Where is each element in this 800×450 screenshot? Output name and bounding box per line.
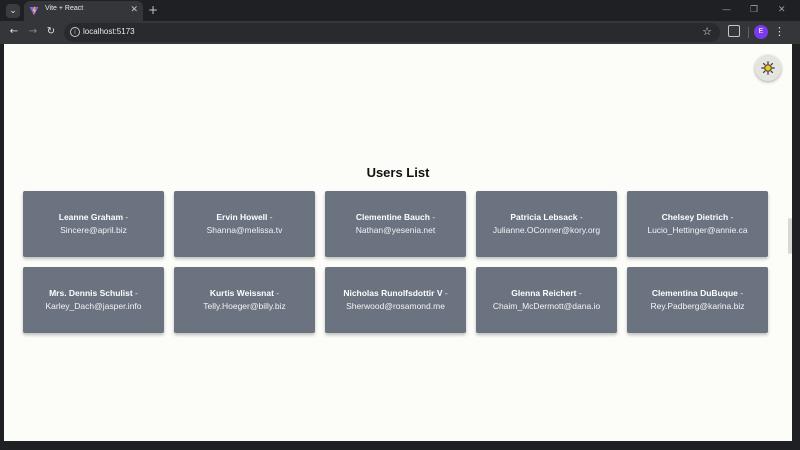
user-card-text: Glenna Reichert - Chaim_McDermott@dana.i… — [493, 287, 600, 313]
user-card: Chelsey Dietrich - Lucio_Hettinger@annie… — [627, 191, 768, 257]
tab-strip: ⌄ Vite + React ✕ + — ❐ ✕ — [0, 0, 800, 21]
separator: - — [728, 212, 734, 222]
user-email: Chaim_McDermott@dana.io — [492, 301, 601, 311]
address-bar[interactable]: i localhost:5173 ☆ — [64, 23, 720, 42]
separator: - — [273, 288, 280, 298]
restore-icon[interactable]: ❐ — [750, 3, 758, 17]
user-name: Patricia Lebsack — [510, 212, 578, 222]
user-card: Clementina DuBuque - Rey.Padberg@karina.… — [627, 267, 768, 333]
user-email: Karley_Dach@jasper.info — [45, 301, 142, 311]
scrollbar-thumb[interactable] — [788, 218, 792, 254]
separator: - — [123, 212, 129, 222]
user-card-text: Ervin Howell - Shanna@melissa.tv — [178, 211, 311, 237]
user-card-text: Chelsey Dietrich - Lucio_Hettinger@annie… — [647, 211, 747, 237]
user-card-text: Clementina DuBuque - Rey.Padberg@karina.… — [651, 287, 745, 313]
user-card-text: Leanne Graham - Sincere@april.biz — [27, 211, 160, 237]
user-name: Nicholas Runolfsdottir V — [343, 288, 443, 298]
user-email: Lucio_Hettinger@annie.ca — [647, 225, 748, 235]
page-title: Users List — [366, 165, 430, 180]
toolbar-divider — [748, 27, 749, 38]
user-card-text: Kurtis Weissnat - Telly.Hoeger@billy.biz — [203, 287, 285, 313]
user-card: Ervin Howell - Shanna@melissa.tv — [174, 191, 315, 257]
separator: - — [267, 212, 273, 222]
tab-list-icon[interactable]: ⌄ — [6, 4, 20, 18]
user-name: Clementine Bauch — [355, 212, 430, 222]
tab-vite-react[interactable]: Vite + React ✕ — [24, 1, 143, 21]
user-name: Glenna Reichert — [511, 288, 577, 298]
user-email: Sincere@april.biz — [60, 225, 127, 235]
user-card: Leanne Graham - Sincere@april.biz — [23, 191, 164, 257]
window-close-icon[interactable]: ✕ — [778, 3, 786, 17]
user-name: Clementina DuBuque — [651, 288, 738, 298]
close-icon[interactable]: ✕ — [130, 4, 138, 16]
site-info-icon[interactable]: i — [70, 27, 80, 37]
reload-icon[interactable]: ↻ — [44, 25, 58, 39]
user-card: Patricia Lebsack - Julianne.OConner@kory… — [476, 191, 617, 257]
separator: - — [577, 212, 583, 222]
separator: - — [442, 288, 448, 298]
star-icon[interactable]: ☆ — [702, 25, 712, 39]
kebab-menu-icon[interactable]: ⋮ — [774, 25, 785, 39]
user-name: Ervin Howell — [216, 212, 268, 222]
url-text[interactable]: localhost:5173 — [83, 27, 135, 36]
theme-toggle-button[interactable] — [755, 55, 781, 81]
user-card: Mrs. Dennis Schulist - Karley_Dach@jaspe… — [23, 267, 164, 333]
users-grid: Leanne Graham - Sincere@april.biz Ervin … — [23, 191, 770, 333]
user-card-text: Patricia Lebsack - Julianne.OConner@kory… — [493, 211, 600, 237]
separator: - — [132, 288, 138, 298]
minimize-icon[interactable]: — — [722, 3, 731, 17]
user-card: Glenna Reichert - Chaim_McDermott@dana.i… — [476, 267, 617, 333]
user-card: Clementine Bauch - Nathan@yesenia.net — [325, 191, 466, 257]
user-card-text: Nicholas Runolfsdottir V - Sherwood@rosa… — [343, 287, 447, 313]
tab-title: Vite + React — [45, 5, 84, 12]
user-email: Nathan@yesenia.net — [355, 225, 436, 235]
user-email: Rey.Padberg@karina.biz — [650, 301, 745, 311]
back-arrow-icon[interactable]: ← — [7, 25, 21, 39]
page-viewport: Users List Leanne Graham - Sincere@april… — [4, 44, 792, 441]
user-name: Kurtis Weissnat — [209, 288, 274, 298]
user-email: Shanna@melissa.tv — [206, 225, 283, 235]
separator: - — [737, 288, 744, 298]
user-email: Julianne.OConner@kory.org — [492, 225, 601, 235]
user-card: Kurtis Weissnat - Telly.Hoeger@billy.biz — [174, 267, 315, 333]
user-name: Chelsey Dietrich — [661, 212, 729, 222]
extensions-icon[interactable] — [728, 25, 740, 37]
vite-favicon — [29, 6, 39, 16]
user-card: Nicholas Runolfsdottir V - Sherwood@rosa… — [325, 267, 466, 333]
forward-arrow-icon[interactable]: → — [26, 25, 40, 39]
user-card-text: Mrs. Dennis Schulist - Karley_Dach@jaspe… — [45, 287, 141, 313]
user-email: Sherwood@rosamond.me — [346, 301, 445, 311]
plus-icon[interactable]: + — [148, 3, 158, 17]
browser-toolbar: ← → ↻ i localhost:5173 ☆ E ⋮ — [0, 21, 800, 44]
profile-avatar[interactable]: E — [754, 25, 768, 39]
user-card-text: Clementine Bauch - Nathan@yesenia.net — [356, 211, 436, 237]
separator: - — [576, 288, 582, 298]
sun-icon — [761, 61, 775, 75]
user-name: Mrs. Dennis Schulist — [49, 288, 133, 298]
separator: - — [429, 212, 436, 222]
user-name: Leanne Graham — [58, 212, 124, 222]
user-email: Telly.Hoeger@billy.biz — [203, 301, 286, 311]
